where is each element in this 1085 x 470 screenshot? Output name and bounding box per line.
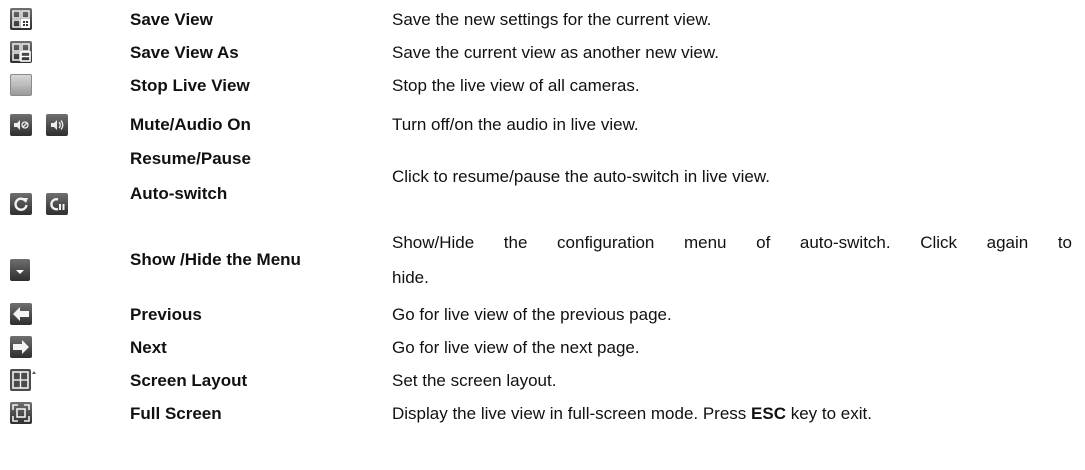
audio-on-icon[interactable] bbox=[46, 114, 68, 136]
description-text-end: key to exit. bbox=[786, 404, 872, 423]
save-view-as-icon[interactable] bbox=[10, 41, 32, 63]
next-arrow-icon[interactable] bbox=[10, 336, 32, 358]
show-hide-menu-icon[interactable] bbox=[10, 259, 30, 281]
pause-icon[interactable] bbox=[46, 193, 68, 215]
row-description-line-2: hide. bbox=[392, 268, 429, 287]
resume-icon[interactable] bbox=[10, 193, 32, 215]
row-description: Stop the live view of all cameras. bbox=[392, 76, 640, 95]
row-name: Stop Live View bbox=[130, 76, 250, 95]
row-description: Save the current view as another new vie… bbox=[392, 43, 719, 62]
row-description: Turn off/on the audio in live view. bbox=[392, 115, 639, 134]
stop-live-view-icon[interactable] bbox=[10, 74, 32, 96]
row-description: Click to resume/pause the auto-switch in… bbox=[392, 167, 770, 186]
description-text: Display the live view in full-screen mod… bbox=[392, 404, 752, 423]
row-description: Save the new settings for the current vi… bbox=[392, 10, 712, 29]
row-name: Save View As bbox=[130, 43, 239, 62]
screen-layout-icon[interactable] bbox=[10, 369, 36, 391]
row-name-line-2: Auto-switch bbox=[130, 184, 228, 203]
mute-icon[interactable] bbox=[10, 114, 32, 136]
row-name: Save View bbox=[130, 10, 213, 29]
row-description: Display the live view in full-screen mod… bbox=[392, 397, 1072, 430]
save-view-icon[interactable] bbox=[10, 8, 32, 30]
row-name: Mute/Audio On bbox=[130, 115, 251, 134]
row-name: Screen Layout bbox=[130, 371, 248, 390]
row-name: Show /Hide the Menu bbox=[130, 250, 301, 269]
row-name: Full Screen bbox=[130, 404, 222, 423]
esc-key-label: ESC bbox=[751, 404, 786, 423]
row-description: Go for live view of the next page. bbox=[392, 338, 640, 357]
row-description: Set the screen layout. bbox=[392, 371, 557, 390]
row-name-line-1: Resume/Pause bbox=[130, 149, 251, 168]
row-name: Next bbox=[130, 338, 167, 357]
row-name: Previous bbox=[130, 305, 202, 324]
full-screen-icon[interactable] bbox=[10, 402, 32, 424]
previous-arrow-icon[interactable] bbox=[10, 303, 32, 325]
row-description-line-1: Show/Hide the configuration menu of auto… bbox=[392, 233, 1072, 252]
row-description: Go for live view of the previous page. bbox=[392, 305, 672, 324]
